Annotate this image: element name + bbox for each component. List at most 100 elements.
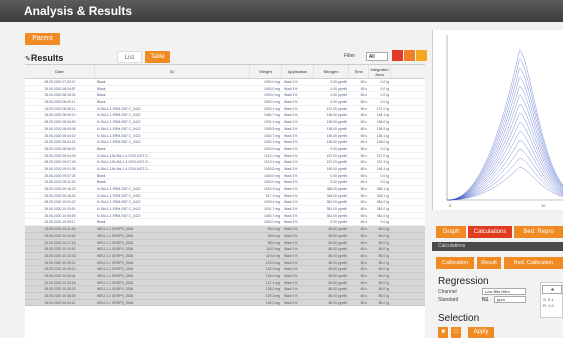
cell-nitrogen: 348.00 ppmN (326, 193, 347, 198)
results-heading-text: Results (30, 53, 64, 63)
cell-application: Wadi 1% (284, 180, 298, 185)
table-row[interactable]: 26.05.2020 10:36:02 WEU-1-1 GERPS_3346 128… (25, 286, 425, 293)
col-integrated-area[interactable]: Integrated Area (369, 65, 391, 78)
cell-nitrogen: 0.00 ppmN (330, 93, 347, 98)
table-row[interactable]: 26.05.2020 09:18:42 N-Std-1-1 ERM-SB7 C_0… (25, 193, 425, 200)
cell-integrated-area: 86.0 Ig (378, 233, 389, 238)
table-row[interactable]: 26.05.2020 09:11:33 Blank 1000.0 mg Wadi 1%… (25, 179, 425, 186)
table-row[interactable]: 26.05.2020 07:32:47 Blank 1000.0 mg Wadi 1%… (25, 79, 425, 86)
prev-arrow-icon[interactable]: ◂ (542, 285, 562, 294)
cell-weight: 96.5 mg (267, 233, 280, 238)
table-row[interactable]: 26.05.2020 10:11:44 WEU-1-1 GERPS_3346 98.… (25, 226, 425, 233)
cell-time: 65 s (360, 260, 367, 265)
cell-integrated-area: 86.0 Ig (378, 227, 389, 232)
cell-id: N-Std-1-1/N-Std-1-4 OCN-0471 D... (97, 166, 151, 171)
table-row[interactable]: 26.05.2020 10:41:11 WEU-1-1 GERPS_3346 130… (25, 299, 425, 307)
col-id[interactable]: ID (95, 65, 250, 78)
table-row[interactable]: 26.05.2020 10:06:59 N-Std-1-1 ERM-SB7 C_0… (25, 213, 425, 220)
table-row[interactable]: 26.05.2020 08:04:57 Blank 1000.0 mg Wadi 1%… (25, 86, 425, 93)
export-icon[interactable] (404, 50, 415, 61)
cell-date: 26.05.2020 08:40:08 (44, 126, 76, 131)
cell-date: 26.05.2020 10:28:12 (44, 267, 76, 272)
result-button[interactable]: Result (477, 257, 501, 269)
calibration-button[interactable]: Calibration (436, 257, 474, 269)
view-table-button[interactable]: Table (145, 51, 170, 63)
table-row[interactable]: 26.05.2020 10:14:42 WEU-1-1 GERPS_3346 96.… (25, 232, 425, 240)
cell-weight: 1000.0 mg (263, 220, 280, 225)
cell-integrated-area: 136.0 Ig (376, 140, 389, 145)
table-row[interactable]: 26.05.2020 10:17:18 WEU-1-1 GERPS_3346 98.… (25, 239, 425, 247)
print-icon[interactable] (416, 50, 427, 61)
bed-calibration-button[interactable]: Bed. Calibration (504, 257, 563, 269)
table-row[interactable]: 26.05.2020 10:22:33 WEU-1-1 GERPS_3346 119… (25, 252, 425, 260)
table-row[interactable]: 26.05.2020 10:25:21 WEU-1-1 GERPS_3346 123… (25, 259, 425, 267)
regression-title: Regression (438, 276, 489, 287)
table-row[interactable]: 26.05.2020 08:52:21 N-Std-1-1 ERM-SB7 C_0… (25, 139, 425, 146)
cell-integrated-area: 381.0 Ig (376, 207, 389, 212)
cell-application: Wadi 1% (284, 247, 298, 252)
view-list-button[interactable]: List (117, 51, 142, 63)
table-row[interactable]: 26.05.2020 10:28:12 WEU-1-1 GERPS_3346 124… (25, 266, 425, 273)
col-nitrogen[interactable]: Nitrogen (314, 65, 349, 78)
cell-nitrogen: 86.00 ppmN (328, 233, 347, 238)
cell-nitrogen: 86.00 ppmN (328, 253, 347, 258)
table-row[interactable]: 26.05.2020 10:19:51 WEU-1-1 GERPS_3346 118… (25, 246, 425, 253)
select-none-icon[interactable]: □ (451, 327, 461, 338)
delete-icon[interactable] (392, 50, 403, 61)
table-row[interactable]: 26.05.2020 10:38:30 WEU-1-1 GERPS_3346 129… (25, 293, 425, 300)
table-row[interactable]: 26.05.2020 08:34:30 N-Std-1-1 ERM-SB7 C_0… (25, 119, 425, 126)
table-row[interactable]: 26.05.2020 10:33:18 WEU-1-1 GERPS_3346 127… (25, 279, 425, 287)
cell-date: 26.05.2020 07:32:47 (44, 80, 76, 84)
col-date[interactable]: Date (25, 65, 95, 78)
col-application[interactable]: Application (282, 65, 314, 78)
table-row[interactable]: 26.05.2020 09:07:49 N-Std-1-1/N-Std-1-4 O… (25, 159, 425, 166)
cell-nitrogen: 0.00 ppmN (330, 100, 347, 105)
table-row[interactable]: 26.05.2020 09:01:35 N-Std-1-1/N-Std-1-4 O… (25, 166, 425, 173)
channel-select[interactable]: Low Bits Nitro (482, 288, 526, 295)
table-row[interactable]: 26.05.2020 08:58:02 Blank 1000.0 mg Wadi 1%… (25, 146, 425, 153)
table-row[interactable]: 26.05.2020 08:20:11 Blank 1000.0 mg Wadi 1%… (25, 99, 425, 106)
cell-application: Wadi 1% (284, 253, 298, 258)
table-row[interactable]: 26.05.2020 10:30:41 WEU-1-1 GERPS_3346 126… (25, 272, 425, 280)
col-time[interactable]: Time (349, 65, 369, 78)
filter-select[interactable]: All (366, 52, 388, 61)
cell-application: Wadi 1% (284, 287, 298, 292)
tab-calculations[interactable]: Calculations (468, 226, 512, 238)
select-all-icon[interactable]: ■ (438, 327, 448, 338)
table-row[interactable]: 26.05.2020 10:03:51 N-Std-1-1 ERM-SB7 C_0… (25, 206, 425, 213)
cell-date: 26.05.2020 08:15:34 (44, 93, 76, 98)
table-row[interactable]: 26.05.2020 09:04:43 N-Std-1-1/N-Std-1-4 O… (25, 153, 425, 160)
app-window: Analysis & Results Parent ✎Results List … (0, 0, 563, 338)
table-row[interactable]: 26.05.2020 08:26:11 N-Std-1-1 ERM-SB7 C_0… (25, 106, 425, 113)
table-row[interactable]: 26.05.2020 08:44:15 N-Std-1-1 ERM-SB7 C_0… (25, 133, 425, 140)
cell-weight: 118.0 mg (266, 247, 280, 252)
cell-id: N-Std-1-1 ERM-SB7 C_0422 (97, 193, 141, 198)
table-row[interactable]: 26.05.2020 10:01:22 N-Std-1-1 ERM-SB7 C_0… (25, 199, 425, 207)
cell-application: Wadi 1% (284, 213, 298, 218)
table-row[interactable]: 26.05.2020 08:30:10 N-Std-1-1 ERM-SB7 C_0… (25, 112, 425, 120)
col-weight[interactable]: Weight (250, 65, 282, 78)
table-row[interactable]: 26.05.2020 08:15:34 Blank 1000.0 mg Wadi 1%… (25, 92, 425, 100)
cell-nitrogen: 86.00 ppmN (328, 280, 347, 285)
tab-graph[interactable]: Graph (436, 226, 466, 238)
cell-id: N-Std-1-1 ERM-SB7 C_0422 (97, 113, 141, 118)
cell-id: N-Std-1-1 ERM-SB7 C_0422 (97, 207, 141, 212)
cell-date: 26.05.2020 08:26:11 (44, 106, 76, 111)
cell-integrated-area: 386.1 Ig (376, 187, 389, 191)
table-row[interactable]: 26.05.2020 09:07:28 Blank 1000.0 mg Wadi 1%… (25, 173, 425, 180)
parent-button[interactable]: Parent (25, 33, 60, 45)
cell-nitrogen: 157.00 ppmN (326, 153, 347, 158)
table-row[interactable]: 26.05.2020 09:16:23 N-Std-1-1 ERM-SB7 C_0… (25, 186, 425, 193)
table-row[interactable]: 26.05.2020 10:09:17 Blank 1000.0 mg Wadi 1%… (25, 219, 425, 227)
cell-application: Wadi 1% (284, 133, 298, 138)
tab-more[interactable]: Bed. Repro (514, 226, 563, 238)
cell-integrated-area: 86.0 Ig (378, 300, 389, 305)
cell-id: WEU-1-1 GERPS_3346 (97, 273, 134, 278)
standard-select[interactable]: ppm (494, 296, 526, 303)
cell-application: Wadi 1% (284, 113, 298, 118)
table-row[interactable]: 26.05.2020 08:40:08 N-Std-1-1 ERM-SB7 C_0… (25, 126, 425, 133)
apply-button[interactable]: Apply (468, 327, 494, 338)
cell-nitrogen: 136.00 ppmN (326, 140, 347, 145)
cell-integrated-area: 0.0 Ig (380, 93, 389, 98)
signal-curves (447, 49, 563, 201)
